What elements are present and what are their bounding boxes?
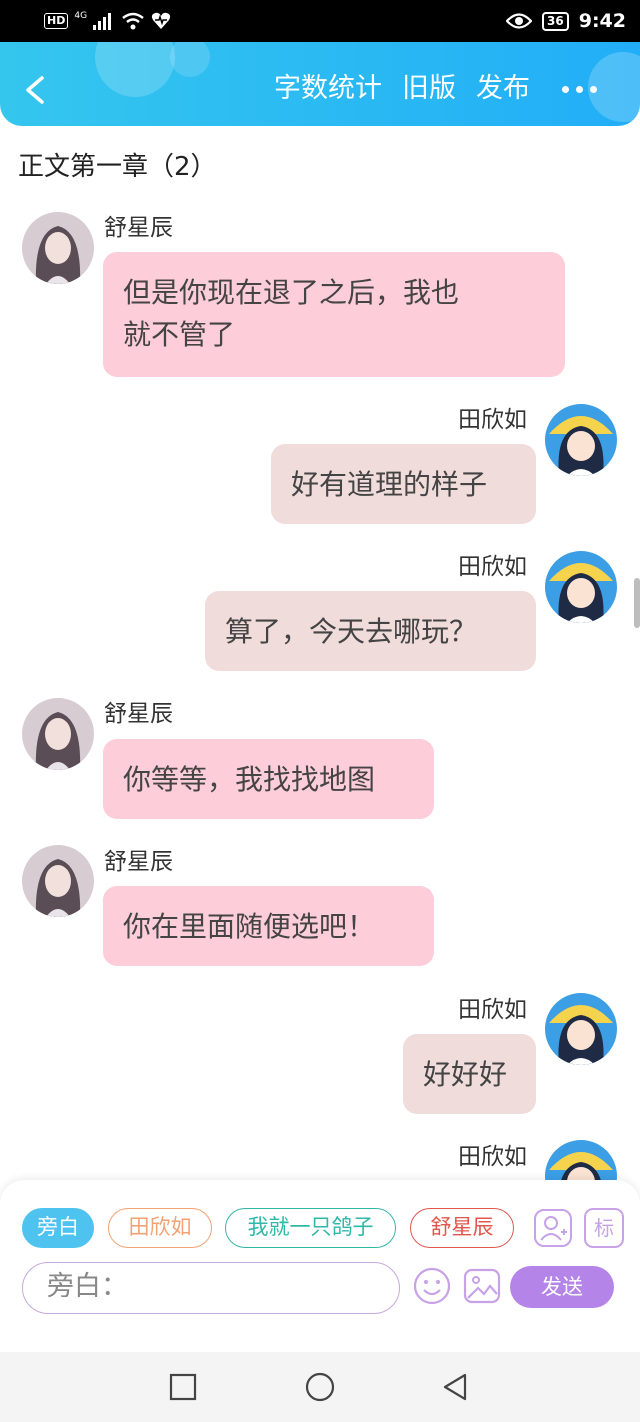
battery-indicator: 36: [542, 11, 569, 31]
avatar-tian-xinru[interactable]: [545, 404, 617, 476]
decor-bubble: [95, 42, 175, 97]
avatar-tian-xinru[interactable]: [545, 551, 617, 623]
signal-icon: [93, 13, 112, 30]
status-bar: HD 4G 36 9:42: [0, 0, 640, 42]
avatar-tian-xinru[interactable]: [545, 993, 617, 1065]
home-icon[interactable]: [305, 1372, 335, 1402]
message-line: 算了，今天去哪玩？: [225, 615, 478, 648]
message-line: 你等等，我找找地图: [123, 763, 376, 796]
top-app-bar: 字数统计 旧版 发布: [0, 42, 640, 126]
avatar-shu-xingchen[interactable]: [22, 212, 94, 284]
sender-name: 田欣如: [458, 554, 527, 580]
message-line: 好好好: [423, 1058, 508, 1091]
recent-apps-icon[interactable]: [168, 1372, 198, 1402]
decor-bubble: [170, 42, 210, 77]
sender-name: 田欣如: [458, 407, 527, 433]
add-character-icon[interactable]: [533, 1208, 573, 1248]
eye-icon: [506, 13, 533, 29]
message-bubble[interactable]: 好好好: [403, 1034, 536, 1114]
image-icon[interactable]: [462, 1266, 502, 1306]
message-bubble[interactable]: 你等等，我找找地图: [103, 739, 434, 819]
avatar-shu-xingchen[interactable]: [22, 845, 94, 917]
scrollbar-thumb[interactable]: [634, 578, 640, 628]
back-arrow-icon[interactable]: [16, 70, 56, 110]
message-line: 但是你现在退了之后，我也: [123, 276, 460, 309]
avatar-shu-xingchen[interactable]: [22, 698, 94, 770]
system-nav-bar: [0, 1352, 640, 1422]
send-button[interactable]: 发送: [510, 1266, 614, 1308]
wifi-icon: [122, 12, 144, 30]
composer-panel: 旁白 田欣如 我就一只鸽子 舒星辰 标 旁白： 发送: [0, 1180, 640, 1352]
health-heart-icon: [151, 12, 171, 30]
back-icon[interactable]: [440, 1372, 470, 1402]
message-line: 好有道理的样子: [291, 468, 488, 501]
message-bubble[interactable]: 你在里面随便选吧！: [103, 886, 434, 966]
sender-name: 田欣如: [458, 997, 527, 1023]
hd-indicator: HD: [44, 13, 69, 29]
clock: 9:42: [578, 10, 626, 32]
role-tag-pigeon[interactable]: 我就一只鸽子: [225, 1208, 396, 1248]
network-type: 4G: [74, 10, 88, 21]
role-tag-narration[interactable]: 旁白: [22, 1208, 94, 1248]
sender-name: 田欣如: [458, 1144, 527, 1170]
message-line: 就不管了: [123, 318, 236, 351]
more-options-icon[interactable]: [562, 86, 600, 96]
message-line: 你在里面随便选吧！: [123, 910, 376, 943]
word-count-button[interactable]: 字数统计: [274, 72, 382, 106]
sender-name: 舒星辰: [104, 849, 173, 875]
old-version-button[interactable]: 旧版: [402, 72, 456, 106]
emoji-icon[interactable]: [412, 1266, 452, 1306]
sender-name: 舒星辰: [104, 215, 173, 241]
sender-name: 舒星辰: [104, 701, 173, 727]
message-input[interactable]: 旁白：: [22, 1262, 400, 1314]
message-bubble[interactable]: 好有道理的样子: [271, 444, 536, 524]
publish-button[interactable]: 发布: [476, 72, 530, 106]
message-bubble[interactable]: 算了，今天去哪玩？: [205, 591, 536, 671]
chapter-title: 正文第一章（2）: [18, 152, 217, 182]
message-bubble[interactable]: 但是你现在退了之后，我也 就不管了: [103, 252, 565, 377]
mark-button[interactable]: 标: [584, 1208, 624, 1248]
role-tag-shu-xingchen[interactable]: 舒星辰: [410, 1208, 514, 1248]
role-tag-tian-xinru[interactable]: 田欣如: [108, 1208, 212, 1248]
